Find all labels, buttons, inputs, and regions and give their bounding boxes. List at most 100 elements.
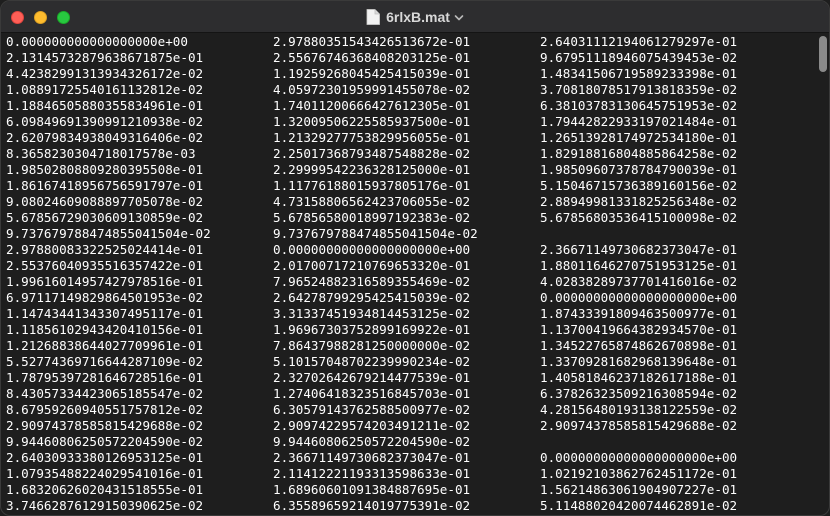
value-cell: 3.31337451934814453125e-02 [273,306,471,321]
value-cell: 2.88949981331825256348e-02 [540,194,738,209]
text-line: 2.62079834938049316406e-02 1.213292777538… [6,130,819,146]
value-cell: 0.00000000000000000000e+00 [540,450,738,465]
value-cell: 2.64030933380126953125e-01 [6,450,204,465]
value-cell: 8.3658230304718017578e-03 [6,146,196,161]
value-cell: 1.98509607378784790039e-01 [540,162,738,177]
value-cell: 1.96967303752899169922e-01 [273,322,471,337]
value-cell: 5.67856729030609130859e-02 [6,210,204,225]
value-cell: 1.82918816804885864258e-02 [540,146,738,161]
value-cell: 1.18846505880355834961e-01 [6,98,204,113]
value-cell: 2.32702642679214477539e-01 [273,370,471,385]
text-content-area[interactable]: 0.000000000000000000e+00 2.97880351543426… [1,33,819,515]
value-cell: 1.99616014957427978516e-01 [6,274,204,289]
text-line: 4.42382991313934326172e-02 1.192592680454… [6,66,819,82]
value-cell: 1.21268838644027709961e-01 [6,338,204,353]
value-cell: 5.67856580018997192383e-02 [273,210,471,225]
value-cell: 2.25017368793487548828e-02 [273,146,471,161]
chevron-down-icon[interactable] [454,13,464,23]
value-cell [540,434,800,450]
text-line: 0.000000000000000000e+00 2.97880351543426… [6,34,819,50]
value-cell: 4.42382991313934326172e-02 [6,66,204,81]
value-cell: 2.90974378585815429688e-02 [6,418,204,433]
value-cell: 4.28156480193138122559e-02 [540,402,738,417]
text-line: 2.13145732879638671875e-01 2.556767463684… [6,50,819,66]
value-cell: 1.08891725540161132812e-02 [6,82,204,97]
text-line: 1.18846505880355834961e-01 1.740112006664… [6,98,819,114]
value-cell: 4.73158806562423706055e-02 [273,194,471,209]
value-cell: 1.56214863061904907227e-01 [540,482,738,497]
value-cell: 9.94460806250572204590e-02 [6,434,204,449]
value-cell: 1.26513928174972534180e-01 [540,130,738,145]
value-cell: 6.97117149829864501953e-02 [6,290,204,305]
text-line: 1.14743441343307495117e-01 3.313374519348… [6,306,819,322]
text-line: 9.08024609088897705078e-02 4.731588065624… [6,194,819,210]
text-line: 1.99616014957427978516e-01 7.965248823165… [6,274,819,290]
value-cell: 2.90974378585815429688e-02 [540,418,738,433]
text-line: 6.09849691390991210938e-02 1.320095062255… [6,114,819,130]
value-cell: 1.68960601091384887695e-01 [273,482,471,497]
value-cell: 9.08024609088897705078e-02 [6,194,204,209]
text-line: 5.52774369716644287109e-02 5.101570487022… [6,354,819,370]
value-cell: 5.11488020420074462891e-02 [540,498,738,513]
text-line: 2.97880083322525024414e-01 0.000000000000… [6,242,819,258]
value-cell: 1.33709281682968139648e-01 [540,354,738,369]
value-cell: 1.98502808809280395508e-01 [6,162,204,177]
value-cell: 2.90974229574203491211e-02 [273,418,471,433]
value-cell: 5.52774369716644287109e-02 [6,354,204,369]
value-cell: 1.19259268045425415039e-01 [273,66,471,81]
value-cell: 6.09849691390991210938e-02 [6,114,204,129]
value-cell: 5.15046715736389160156e-02 [540,178,738,193]
text-line: 8.3658230304718017578e-03 2.2501736879348… [6,146,819,162]
value-cell: 2.64278799295425415039e-02 [273,290,471,305]
value-cell: 1.74011200666427612305e-01 [273,98,471,113]
text-line: 1.07935488224029541016e-01 2.114122211933… [6,466,819,482]
text-line: 2.55376040935516357422e-01 2.017007172107… [6,258,819,274]
value-cell: 1.27406418323516845703e-01 [273,386,471,401]
value-cell: 7.86437988281250000000e-02 [273,338,471,353]
value-cell: 9.94460806250572204590e-02 [273,434,471,449]
value-cell: 1.78795397281646728516e-01 [6,370,204,385]
value-cell: 1.88011646270751953125e-01 [540,258,738,273]
value-cell: 2.55676746368408203125e-01 [273,50,471,65]
value-cell: 1.11856102943420410156e-01 [6,322,204,337]
value-cell: 2.11412221193313598633e-01 [273,466,471,481]
document-icon [366,9,380,25]
text-line: 2.64030933380126953125e-01 2.366711497306… [6,450,819,466]
value-cell: 1.14743441343307495117e-01 [6,306,204,321]
value-cell: 2.13145732879638671875e-01 [6,50,204,65]
title-bar[interactable]: 6rlxB.mat [1,1,829,33]
text-line: 8.67959260940551757812e-02 6.305791437625… [6,402,819,418]
value-cell: 1.48341506719589233398e-01 [540,66,738,81]
value-cell: 9.67951118946075439453e-02 [540,50,738,65]
value-cell: 0.000000000000000000e+00 [6,34,188,49]
value-cell: 1.02192103862762451172e-01 [540,466,738,481]
value-cell: 8.43057334423065185547e-02 [6,386,204,401]
value-cell: 1.07935488224029541016e-01 [6,466,204,481]
value-cell: 2.62079834938049316406e-02 [6,130,204,145]
window-title-group[interactable]: 6rlxB.mat [1,1,829,33]
text-line: 8.43057334423065185547e-02 1.274064183235… [6,386,819,402]
value-cell: 9.737679788474855041504e-02 [6,226,211,241]
value-cell: 1.11776188015937805176e-01 [273,178,471,193]
text-line: 1.68320626020431518555e-01 1.689606010913… [6,482,819,498]
value-cell: 9.737679788474855041504e-02 [273,226,478,241]
text-line: 5.67856729030609130859e-02 5.678565800189… [6,210,819,226]
vertical-scrollbar[interactable] [819,36,827,72]
text-line: 9.737679788474855041504e-02 9.73767978847… [6,226,819,242]
value-cell: 2.01700717210769653320e-01 [273,258,471,273]
value-cell: 6.30579143762588500977e-02 [273,402,471,417]
value-cell: 1.68320626020431518555e-01 [6,482,204,497]
value-cell: 0.00000000000000000000e+00 [540,290,738,305]
value-cell [540,226,800,242]
value-cell: 6.37826323509216308594e-02 [540,386,738,401]
text-line: 1.86167418956756591797e-01 1.117761880159… [6,178,819,194]
value-cell: 1.13700419664382934570e-01 [540,322,738,337]
value-cell: 8.67959260940551757812e-02 [6,402,204,417]
value-cell: 5.67856803536415100098e-02 [540,210,738,225]
value-cell: 1.86167418956756591797e-01 [6,178,204,193]
value-cell: 5.10157048702239990234e-02 [273,354,471,369]
text-line: 1.08891725540161132812e-02 4.059723019599… [6,82,819,98]
value-cell: 4.05972301959991455078e-02 [273,82,471,97]
value-cell: 1.32009506225585937500e-01 [273,114,471,129]
value-cell: 0.00000000000000000000e+00 [273,242,471,257]
